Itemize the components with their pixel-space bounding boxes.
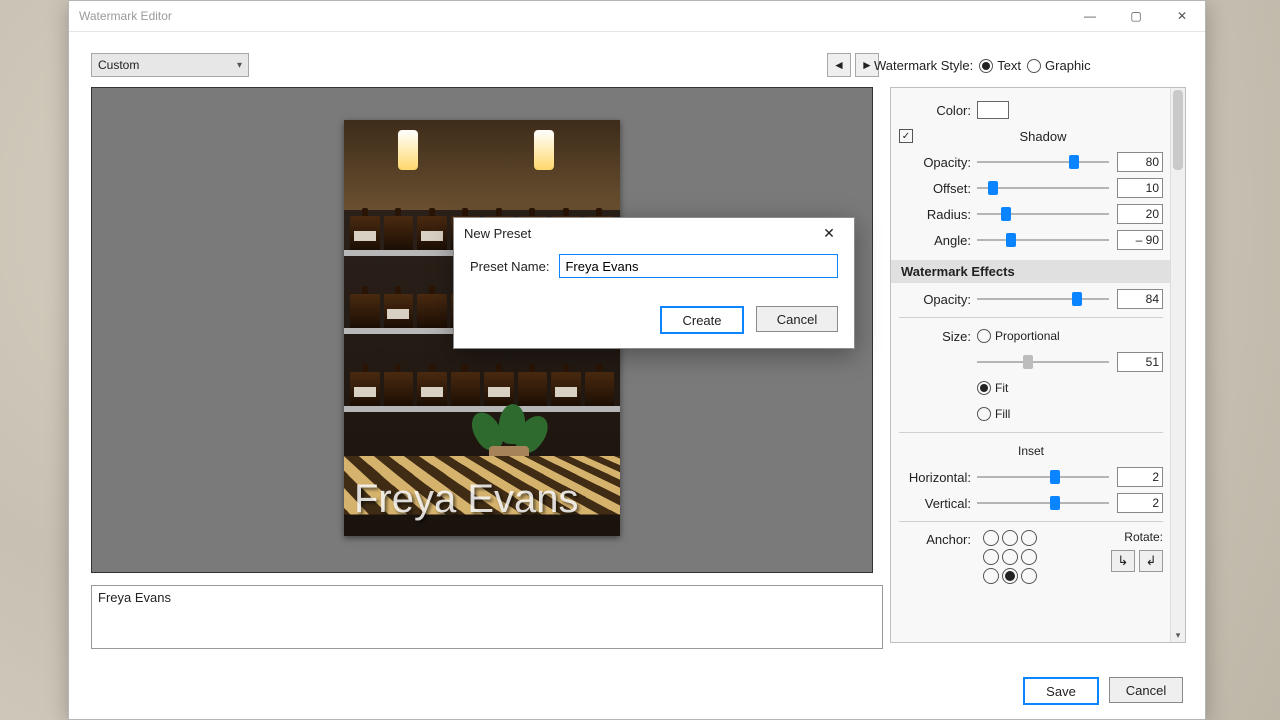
size-proportional-value[interactable]: 51 xyxy=(1117,352,1163,372)
divider xyxy=(899,317,1163,318)
anchor-middle-right[interactable] xyxy=(1021,549,1037,565)
shadow-checkbox[interactable]: ✓ xyxy=(899,129,913,143)
watermark-style-group: Watermark Style: Text Graphic xyxy=(874,58,1091,73)
size-fit-radio[interactable]: Fit xyxy=(977,381,1008,395)
anchor-top-center[interactable] xyxy=(1002,530,1018,546)
radio-icon xyxy=(1027,59,1041,73)
rotate-right-button[interactable]: ↲ xyxy=(1139,550,1163,572)
scroll-down-icon[interactable]: ▾ xyxy=(1171,628,1185,642)
chevron-down-icon: ▾ xyxy=(237,60,242,71)
dialog-titlebar: New Preset ✕ xyxy=(454,218,854,248)
color-label: Color: xyxy=(899,103,971,118)
preset-dropdown-value: Custom xyxy=(98,58,139,72)
preview-nav: ◄ ► xyxy=(827,53,879,77)
anchor-grid xyxy=(983,530,1037,584)
shadow-radius-value[interactable]: 20 xyxy=(1117,204,1163,224)
radio-icon xyxy=(977,381,991,395)
scroll-thumb[interactable] xyxy=(1173,90,1183,170)
content-area: Custom ▾ ◄ ► Watermark Style: Text Graph… xyxy=(69,31,1205,719)
window-minimize-button[interactable]: ― xyxy=(1067,1,1113,31)
footer-buttons: Save Cancel xyxy=(1023,677,1183,705)
watermark-text-input[interactable]: Freya Evans xyxy=(91,585,883,649)
new-preset-dialog: New Preset ✕ Preset Name: Create Cancel xyxy=(453,217,855,349)
shadow-opacity-slider[interactable] xyxy=(977,155,1109,169)
watermark-editor-window: Watermark Editor ― ▢ ✕ Custom ▾ ◄ ► Wate… xyxy=(68,0,1206,720)
anchor-middle-left[interactable] xyxy=(983,549,999,565)
shadow-radius-slider[interactable] xyxy=(977,207,1109,221)
watermark-style-text-radio[interactable]: Text xyxy=(979,58,1021,73)
preset-name-input[interactable] xyxy=(559,254,838,278)
settings-panel: Color: ✓ Shadow Opacity: 80 Offset: 10 xyxy=(890,87,1186,643)
anchor-bottom-center[interactable] xyxy=(1002,568,1018,584)
shadow-angle-label: Angle: xyxy=(899,233,971,248)
anchor-top-right[interactable] xyxy=(1021,530,1037,546)
effects-opacity-label: Opacity: xyxy=(899,292,971,307)
inset-vertical-value[interactable]: 2 xyxy=(1117,493,1163,513)
titlebar: Watermark Editor ― ▢ ✕ xyxy=(69,1,1205,32)
inset-horizontal-label: Horizontal: xyxy=(899,470,971,485)
save-button[interactable]: Save xyxy=(1023,677,1099,705)
watermark-style-graphic-radio[interactable]: Graphic xyxy=(1027,58,1091,73)
cancel-button[interactable]: Cancel xyxy=(1109,677,1183,703)
shadow-offset-value[interactable]: 10 xyxy=(1117,178,1163,198)
anchor-label: Anchor: xyxy=(899,530,971,547)
shadow-angle-slider[interactable] xyxy=(977,233,1109,247)
dialog-create-button[interactable]: Create xyxy=(660,306,744,334)
radio-icon xyxy=(977,407,991,421)
window-title: Watermark Editor xyxy=(79,9,172,23)
window-close-button[interactable]: ✕ xyxy=(1159,1,1205,31)
effects-opacity-slider[interactable] xyxy=(977,292,1109,306)
size-fill-radio[interactable]: Fill xyxy=(977,407,1010,421)
anchor-bottom-left[interactable] xyxy=(983,568,999,584)
radio-icon xyxy=(977,329,991,343)
size-label: Size: xyxy=(899,329,971,344)
inset-horizontal-slider[interactable] xyxy=(977,470,1109,484)
anchor-top-left[interactable] xyxy=(983,530,999,546)
shadow-offset-slider[interactable] xyxy=(977,181,1109,195)
shadow-section-label: Shadow xyxy=(923,129,1163,144)
settings-scrollbar[interactable]: ▴ ▾ xyxy=(1170,88,1185,642)
rotate-label: Rotate: xyxy=(1124,530,1163,544)
preset-name-label: Preset Name: xyxy=(470,259,549,274)
rotate-left-button[interactable]: ↳ xyxy=(1111,550,1135,572)
watermark-style-label: Watermark Style: xyxy=(874,58,973,73)
dialog-title: New Preset xyxy=(464,226,531,241)
effects-opacity-value[interactable]: 84 xyxy=(1117,289,1163,309)
prev-image-button[interactable]: ◄ xyxy=(827,53,851,77)
anchor-bottom-right[interactable] xyxy=(1021,568,1037,584)
shadow-angle-value[interactable]: – 90 xyxy=(1117,230,1163,250)
size-proportional-radio[interactable]: Proportional xyxy=(977,329,1060,343)
preset-dropdown[interactable]: Custom ▾ xyxy=(91,53,249,77)
shadow-offset-label: Offset: xyxy=(899,181,971,196)
anchor-middle-center[interactable] xyxy=(1002,549,1018,565)
divider xyxy=(899,432,1163,433)
dialog-cancel-button[interactable]: Cancel xyxy=(756,306,838,332)
watermark-preview-text: Freya Evans xyxy=(354,477,579,522)
shadow-opacity-value[interactable]: 80 xyxy=(1117,152,1163,172)
dialog-close-button[interactable]: ✕ xyxy=(814,218,844,248)
color-swatch[interactable] xyxy=(977,101,1009,119)
size-proportional-slider[interactable] xyxy=(977,355,1109,369)
radio-icon xyxy=(979,59,993,73)
inset-vertical-slider[interactable] xyxy=(977,496,1109,510)
divider xyxy=(899,521,1163,522)
shadow-opacity-label: Opacity: xyxy=(899,155,971,170)
inset-horizontal-value[interactable]: 2 xyxy=(1117,467,1163,487)
window-maximize-button[interactable]: ▢ xyxy=(1113,1,1159,31)
watermark-effects-header: Watermark Effects xyxy=(891,260,1171,283)
inset-vertical-label: Vertical: xyxy=(899,496,971,511)
inset-section-label: Inset xyxy=(1018,444,1044,458)
shadow-radius-label: Radius: xyxy=(899,207,971,222)
